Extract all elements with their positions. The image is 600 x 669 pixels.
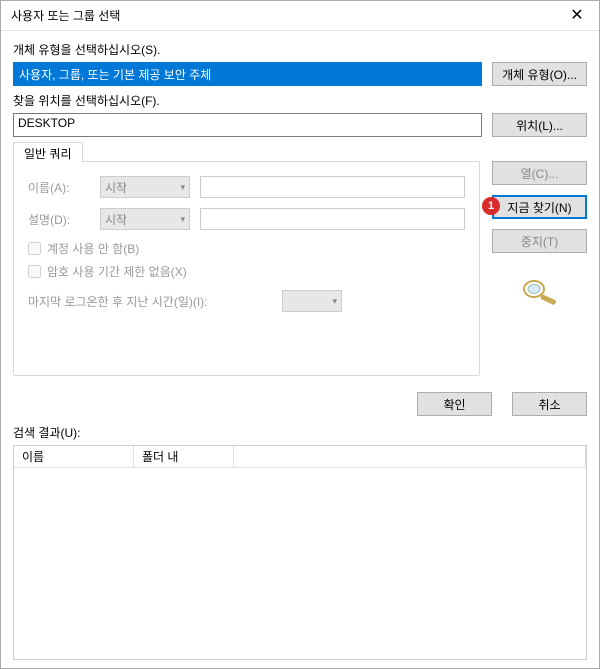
object-type-field[interactable]: 사용자, 그룹, 또는 기본 제공 보안 주체 — [13, 62, 482, 86]
window-title: 사용자 또는 그룹 선택 — [11, 7, 555, 24]
columns-button[interactable]: 열(C)... — [492, 161, 587, 185]
stop-button[interactable]: 중지(T) — [492, 229, 587, 253]
results-col-folder[interactable]: 폴더 내 — [134, 446, 234, 467]
results-list[interactable]: 이름 폴더 내 — [13, 445, 587, 660]
desc-match-combo[interactable]: 시작▾ — [100, 208, 190, 230]
results-col-name[interactable]: 이름 — [14, 446, 134, 467]
titlebar: 사용자 또는 그룹 선택 ✕ — [1, 1, 599, 31]
name-input[interactable] — [200, 176, 465, 198]
name-match-combo[interactable]: 시작▾ — [100, 176, 190, 198]
query-panel: 일반 쿼리 이름(A): 시작▾ 설명(D): 시작▾ 계정 사용 안 함(B)… — [13, 161, 480, 376]
results-label: 검색 결과(U): — [13, 424, 587, 441]
chevron-down-icon: ▾ — [180, 214, 185, 225]
step-badge: 1 — [482, 197, 500, 215]
cb-no-pw-expire-label: 암호 사용 기간 제한 없음(X) — [47, 263, 187, 280]
name-label: 이름(A): — [28, 179, 100, 196]
object-type-label: 개체 유형을 선택하십시오(S). — [13, 41, 587, 58]
chevron-down-icon: ▾ — [180, 182, 185, 193]
cb-disabled-accounts[interactable] — [28, 242, 41, 255]
search-icon — [492, 277, 587, 310]
cb-no-pw-expire[interactable] — [28, 265, 41, 278]
location-label: 찾을 위치를 선택하십시오(F). — [13, 92, 587, 109]
results-col-empty — [234, 446, 586, 467]
ok-button[interactable]: 확인 — [417, 392, 492, 416]
desc-label: 설명(D): — [28, 211, 100, 228]
cb-disabled-label: 계정 사용 안 함(B) — [47, 240, 139, 257]
cancel-button[interactable]: 취소 — [512, 392, 587, 416]
object-type-button[interactable]: 개체 유형(O)... — [492, 62, 587, 86]
tab-general-query[interactable]: 일반 쿼리 — [13, 142, 83, 163]
find-now-button[interactable]: 지금 찾기(N) — [492, 195, 587, 219]
location-button[interactable]: 위치(L)... — [492, 113, 587, 137]
chevron-down-icon: ▾ — [332, 296, 337, 307]
close-icon[interactable]: ✕ — [555, 1, 599, 31]
last-login-label: 마지막 로그온한 후 지난 시간(일)(I): — [28, 293, 282, 310]
desc-input[interactable] — [200, 208, 465, 230]
last-login-combo[interactable]: ▾ — [282, 290, 342, 312]
location-field[interactable]: DESKTOP — [13, 113, 482, 137]
